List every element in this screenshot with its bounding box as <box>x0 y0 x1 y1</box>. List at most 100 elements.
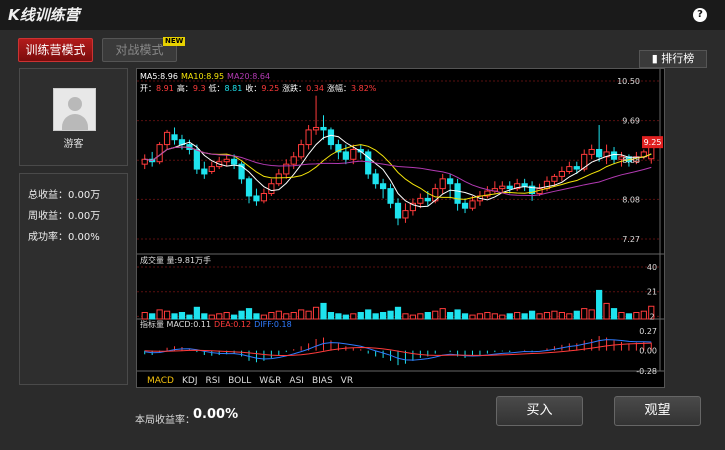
volume-bar <box>223 312 230 320</box>
round-return-value: 0.00% <box>193 407 239 422</box>
leaderboard-button[interactable]: ▮ 排行榜 <box>639 50 707 68</box>
macd-value: 指标量 MACD:0.11 <box>140 319 211 329</box>
price-tick-label: 8.88 <box>622 156 640 165</box>
candle-body <box>439 178 446 190</box>
indicator-tab-vr[interactable]: VR <box>341 376 353 386</box>
volume-bar <box>610 308 618 320</box>
total-profit: 总收益：0.00万 <box>28 190 101 201</box>
weekly-profit: 周收益：0.00万 <box>28 211 101 222</box>
macd-tick-label: 0.27 <box>639 327 657 336</box>
user-panel: 游客 <box>19 68 128 166</box>
price-tick-label: 7.27 <box>622 235 640 244</box>
volume-bar <box>640 310 647 320</box>
low-key: 低： <box>209 83 225 93</box>
app-title: K线训练营 <box>8 6 80 24</box>
candle-body <box>245 178 253 197</box>
indicator-tab-rsi[interactable]: RSI <box>205 376 220 386</box>
volume-bar <box>409 314 417 320</box>
avatar <box>53 88 96 131</box>
volume-bar <box>208 314 215 320</box>
candle-body <box>305 129 312 146</box>
low-value: 8.81 <box>225 84 243 93</box>
ma10-line <box>144 144 652 200</box>
indicator-tab-asi[interactable]: ASI <box>289 376 304 386</box>
volume-bar <box>193 306 200 320</box>
volume-bar <box>335 313 342 320</box>
ma5-label: MA5:8.96 <box>140 72 178 81</box>
candle-body <box>469 200 476 209</box>
volume-bar <box>573 310 580 320</box>
volume-bar <box>253 313 260 320</box>
volume-bar <box>491 313 498 320</box>
candle-body <box>424 197 431 202</box>
indicator-tabs: MACD KDJ RSI BOLL W&R ASI BIAS VR <box>147 376 361 386</box>
round-return-label: 本局收益率： <box>135 415 195 426</box>
volume-bar <box>394 306 402 320</box>
volume-bar <box>461 313 469 320</box>
indicator-tab-wr[interactable]: W&R <box>259 376 281 386</box>
indicator-tab-kdj[interactable]: KDJ <box>182 376 198 386</box>
indicator-tab-macd[interactable]: MACD <box>147 376 174 386</box>
volume-bar <box>484 312 491 320</box>
volume-bar <box>178 312 186 320</box>
ma10-label: MA10:8.95 <box>181 72 224 81</box>
indicator-tab-boll[interactable]: BOLL <box>228 376 251 386</box>
ohlc-legend: 开：8.91 高：9.3 低：8.81 收：9.25 涨跌：0.34 涨幅：3.82% <box>140 83 377 93</box>
watch-button[interactable]: 观望 <box>614 396 701 426</box>
kline-chart[interactable]: 10.50 9.69 8.88 8.08 7.27 9.25 40 21 2 0.27 0.00 -0… <box>136 68 665 388</box>
candle-body <box>499 185 506 190</box>
volume-bar <box>566 313 573 320</box>
candle-body <box>447 178 454 185</box>
high-value: 9.3 <box>193 84 206 93</box>
macd-legend: 指标量 MACD:0.11 DEA:0.12 DIFF:0.18 <box>140 319 292 329</box>
volume-bar <box>357 312 364 320</box>
volume-bar <box>372 313 379 320</box>
candle-body <box>402 210 409 219</box>
candle-body <box>320 126 327 131</box>
candle-body <box>223 158 230 163</box>
indicator-tab-bias[interactable]: BIAS <box>312 376 333 386</box>
candle-body <box>163 131 171 146</box>
ma5-line <box>144 134 652 208</box>
close-key: 收： <box>245 83 261 93</box>
new-badge: NEW <box>163 37 186 46</box>
candle-body <box>372 173 379 185</box>
candle-body <box>394 202 402 219</box>
volume-tick-label: 21 <box>647 288 657 297</box>
volume-bar <box>521 313 528 320</box>
volume-bar <box>201 313 208 320</box>
candle-body <box>231 158 238 165</box>
volume-bar <box>432 310 439 320</box>
volume-bar <box>231 314 238 320</box>
volume-bar <box>163 310 171 320</box>
candle-body <box>417 197 424 204</box>
title-bar: K线训练营 ? <box>0 0 725 30</box>
volume-bar <box>558 312 565 320</box>
volume-bar <box>305 310 312 320</box>
volume-bar <box>342 314 349 320</box>
volume-bar <box>260 314 268 320</box>
candle-body <box>268 183 275 195</box>
buy-button[interactable]: 买入 <box>496 396 583 426</box>
price-tick-label: 10.50 <box>617 77 640 86</box>
candle-body <box>193 148 200 170</box>
change-key: 涨跌： <box>282 83 306 93</box>
open-key: 开： <box>140 84 156 93</box>
volume-bar <box>327 312 335 320</box>
ma20-label: MA20:8.64 <box>227 72 270 81</box>
candle-body <box>588 148 595 155</box>
volume-bar <box>283 313 290 320</box>
username: 游客 <box>63 139 84 150</box>
candle-body <box>201 168 208 175</box>
volume-bar <box>379 312 387 320</box>
training-mode-button[interactable]: 训练营模式 <box>18 38 93 62</box>
help-icon[interactable]: ? <box>693 8 707 22</box>
volume-bar <box>387 310 394 320</box>
volume-bar <box>514 312 521 320</box>
volume-bar <box>454 309 461 320</box>
volume-bar <box>469 314 476 320</box>
candle-body <box>461 202 469 209</box>
volume-bar <box>551 310 558 320</box>
high-key: 高： <box>177 83 193 93</box>
volume-bar <box>499 314 506 320</box>
